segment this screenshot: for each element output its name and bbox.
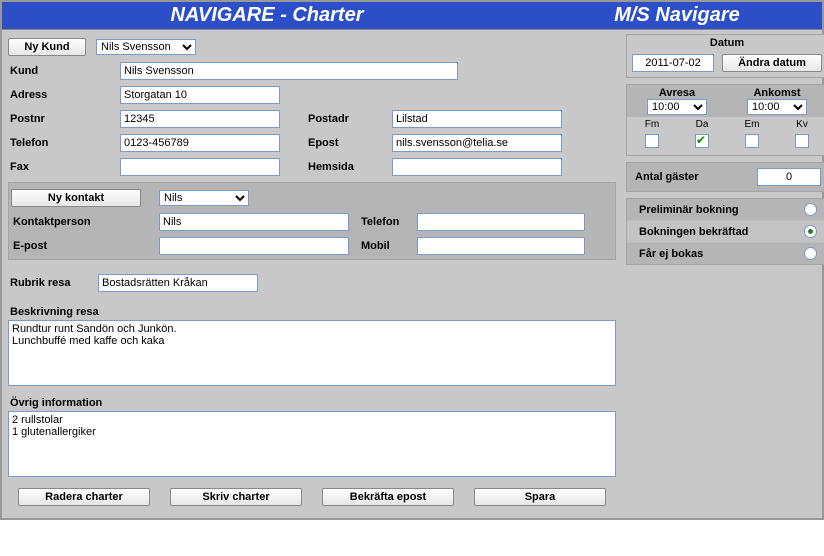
ovrig-textarea[interactable] bbox=[8, 411, 616, 477]
rubrik-input[interactable] bbox=[98, 274, 258, 292]
avresa-select[interactable]: 10:00 bbox=[647, 99, 707, 115]
print-charter-button[interactable]: Skriv charter bbox=[170, 488, 302, 506]
label-epost: Epost bbox=[306, 137, 392, 149]
right-panel: Datum Ändra datum Avresa 10:00 Ankomst bbox=[622, 30, 824, 518]
kepost-input[interactable] bbox=[159, 237, 349, 255]
contact-block: Ny kontakt Nils Kontaktperson Telefon E-… bbox=[8, 182, 616, 260]
da-checkbox[interactable] bbox=[695, 134, 709, 148]
status-panel: Preliminär bokning Bokningen bekräftad F… bbox=[626, 198, 824, 265]
fax-input[interactable] bbox=[120, 158, 280, 176]
postadr-input[interactable] bbox=[392, 110, 562, 128]
label-ktelefon: Telefon bbox=[359, 216, 417, 228]
label-telefon: Telefon bbox=[8, 137, 120, 149]
ejbokas-radio[interactable] bbox=[804, 247, 817, 260]
label-kontaktperson: Kontaktperson bbox=[11, 216, 159, 228]
label-postadr: Postadr bbox=[306, 113, 392, 125]
new-customer-button[interactable]: Ny Kund bbox=[8, 38, 86, 56]
label-ovrig: Övrig information bbox=[8, 395, 616, 411]
title-right: M/S Navigare bbox=[532, 2, 822, 29]
label-avresa: Avresa bbox=[627, 87, 727, 99]
label-postnr: Postnr bbox=[8, 113, 120, 125]
delete-charter-button[interactable]: Radera charter bbox=[18, 488, 150, 506]
label-antal-gaster: Antal gäster bbox=[633, 171, 757, 183]
change-date-button[interactable]: Ändra datum bbox=[722, 54, 822, 72]
label-kund: Kund bbox=[8, 65, 120, 77]
label-fm: Fm bbox=[627, 117, 677, 132]
new-contact-button[interactable]: Ny kontakt bbox=[11, 189, 141, 207]
em-checkbox[interactable] bbox=[745, 134, 759, 148]
save-button[interactable]: Spara bbox=[474, 488, 606, 506]
confirm-email-button[interactable]: Bekräfta epost bbox=[322, 488, 454, 506]
date-input[interactable] bbox=[632, 54, 714, 72]
label-rubrik: Rubrik resa bbox=[8, 277, 98, 289]
left-panel: Ny Kund Nils Svensson Kund Adress Postnr… bbox=[2, 30, 622, 518]
label-prelim: Preliminär bokning bbox=[637, 204, 739, 216]
date-panel: Datum Ändra datum bbox=[626, 34, 824, 78]
kund-input[interactable] bbox=[120, 62, 458, 80]
label-kmobil: Mobil bbox=[359, 240, 417, 252]
adress-input[interactable] bbox=[120, 86, 280, 104]
customer-select[interactable]: Nils Svensson bbox=[96, 39, 196, 55]
contact-select[interactable]: Nils bbox=[159, 190, 249, 206]
epost-input[interactable] bbox=[392, 134, 562, 152]
label-beskrivning: Beskrivning resa bbox=[8, 304, 616, 320]
label-kv: Kv bbox=[777, 117, 824, 132]
guest-panel: Antal gäster bbox=[626, 162, 824, 192]
label-fax: Fax bbox=[8, 161, 120, 173]
label-da: Da bbox=[677, 117, 727, 132]
hemsida-input[interactable] bbox=[392, 158, 562, 176]
title-bar: NAVIGARE - Charter M/S Navigare bbox=[2, 2, 822, 30]
telefon-input[interactable] bbox=[120, 134, 280, 152]
antal-gaster-input[interactable] bbox=[757, 168, 821, 186]
kmobil-input[interactable] bbox=[417, 237, 585, 255]
label-adress: Adress bbox=[8, 89, 120, 101]
label-em: Em bbox=[727, 117, 777, 132]
title-left: NAVIGARE - Charter bbox=[2, 2, 532, 29]
label-datum: Datum bbox=[627, 35, 824, 51]
kontaktperson-input[interactable] bbox=[159, 213, 349, 231]
label-ankomst: Ankomst bbox=[727, 87, 824, 99]
label-bekraftad: Bokningen bekräftad bbox=[637, 226, 748, 238]
label-kepost: E-post bbox=[11, 240, 159, 252]
kv-checkbox[interactable] bbox=[795, 134, 809, 148]
prelim-radio[interactable] bbox=[804, 203, 817, 216]
app-window: NAVIGARE - Charter M/S Navigare Ny Kund … bbox=[0, 0, 824, 520]
time-panel: Avresa 10:00 Ankomst 10:00 Fm Da Em Kv bbox=[626, 84, 824, 156]
bekraftad-radio[interactable] bbox=[804, 225, 817, 238]
label-hemsida: Hemsida bbox=[306, 161, 392, 173]
postnr-input[interactable] bbox=[120, 110, 280, 128]
label-ejbokas: Får ej bokas bbox=[637, 248, 703, 260]
ktelefon-input[interactable] bbox=[417, 213, 585, 231]
beskrivning-textarea[interactable] bbox=[8, 320, 616, 386]
ankomst-select[interactable]: 10:00 bbox=[747, 99, 807, 115]
fm-checkbox[interactable] bbox=[645, 134, 659, 148]
